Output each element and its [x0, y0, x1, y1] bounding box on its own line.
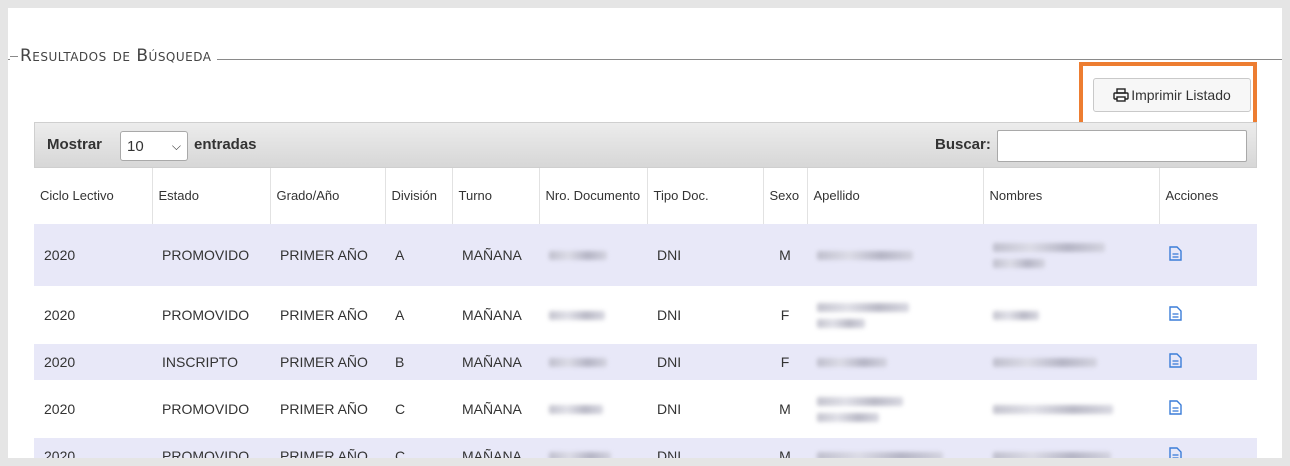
- cell-sexo: M: [779, 247, 791, 263]
- cell-apellido-redacted: [807, 224, 983, 286]
- cell-division: B: [395, 354, 405, 370]
- table-row: 2020 INSCRIPTO PRIMER AÑO B MAÑANA DNI F: [34, 344, 1257, 380]
- cell-tipo-doc: DNI: [657, 401, 682, 417]
- section-legend: Resultados de Búsqueda: [10, 46, 218, 66]
- cell-apellido-redacted: [807, 380, 983, 438]
- cell-estado: INSCRIPTO: [162, 354, 238, 370]
- search-input[interactable]: [997, 130, 1247, 162]
- cell-tipo-doc: DNI: [657, 354, 682, 370]
- cell-estado: PROMOVIDO: [162, 247, 250, 263]
- cell-apellido-redacted: [807, 286, 983, 344]
- cell-acciones: [1159, 344, 1257, 380]
- cell-division: A: [395, 247, 405, 263]
- cell-grado: PRIMER AÑO: [280, 448, 368, 458]
- view-document-icon[interactable]: [1169, 447, 1182, 458]
- cell-estado: PROMOVIDO: [162, 448, 250, 458]
- cell-acciones: [1159, 224, 1257, 286]
- chevron-down-icon: ⌵: [171, 138, 181, 153]
- cell-grado: PRIMER AÑO: [280, 247, 368, 263]
- cell-acciones: [1159, 380, 1257, 438]
- table-toolbar: Mostrar 10 ⌵ entradas Buscar:: [34, 122, 1257, 168]
- cell-nombres-redacted: [983, 380, 1159, 438]
- cell-grado: PRIMER AÑO: [280, 401, 368, 417]
- cell-apellido-redacted: [807, 438, 983, 458]
- view-document-icon[interactable]: [1169, 246, 1182, 261]
- cell-documento-redacted: [539, 224, 647, 286]
- cell-turno: MAÑANA: [462, 307, 522, 323]
- cell-apellido-redacted: [807, 344, 983, 380]
- cell-nombres-redacted: [983, 438, 1159, 458]
- search-label: Buscar:: [935, 136, 991, 153]
- header-division[interactable]: División: [385, 168, 453, 224]
- cell-estado: PROMOVIDO: [162, 401, 250, 417]
- cell-turno: MAÑANA: [462, 448, 522, 458]
- header-ciclo-lectivo[interactable]: Ciclo Lectivo: [34, 168, 153, 224]
- cell-grado: PRIMER AÑO: [280, 354, 368, 370]
- cell-ciclo: 2020: [44, 448, 76, 458]
- results-panel: Resultados de Búsqueda Imprimir Listado …: [8, 8, 1282, 458]
- cell-turno: MAÑANA: [462, 354, 522, 370]
- cell-nombres-redacted: [983, 286, 1159, 344]
- cell-sexo: F: [780, 307, 790, 323]
- cell-ciclo: 2020: [44, 354, 76, 370]
- table-row: 2020 PROMOVIDO PRIMER AÑO A MAÑANA DNI F: [34, 286, 1257, 344]
- length-entries-label: entradas: [194, 136, 257, 153]
- cell-division: A: [395, 307, 405, 323]
- cell-documento-redacted: [539, 380, 647, 438]
- print-list-button[interactable]: Imprimir Listado: [1093, 78, 1251, 112]
- cell-sexo: M: [779, 401, 791, 417]
- header-grado-ano[interactable]: Grado/Año: [270, 168, 386, 224]
- cell-documento-redacted: [539, 286, 647, 344]
- header-estado[interactable]: Estado: [152, 168, 271, 224]
- cell-ciclo: 2020: [44, 401, 76, 417]
- cell-documento-redacted: [539, 344, 647, 380]
- table-row: 2020 PROMOVIDO PRIMER AÑO A MAÑANA DNI M: [34, 224, 1257, 286]
- header-apellido[interactable]: Apellido: [807, 168, 984, 224]
- cell-ciclo: 2020: [44, 307, 76, 323]
- page-length-value: 10: [127, 137, 144, 155]
- cell-tipo-doc: DNI: [657, 307, 682, 323]
- view-document-icon[interactable]: [1169, 306, 1182, 321]
- table-header-row: Ciclo Lectivo Estado Grado/Año División …: [34, 168, 1257, 224]
- header-tipo-doc[interactable]: Tipo Doc.: [647, 168, 764, 224]
- cell-turno: MAÑANA: [462, 401, 522, 417]
- cell-ciclo: 2020: [44, 247, 76, 263]
- cell-tipo-doc: DNI: [657, 247, 682, 263]
- header-sexo[interactable]: Sexo: [763, 168, 808, 224]
- cell-nombres-redacted: [983, 224, 1159, 286]
- printer-icon: [1113, 88, 1129, 102]
- cell-sexo: M: [779, 448, 791, 458]
- cell-sexo: F: [780, 354, 790, 370]
- header-nro-documento[interactable]: Nro. Documento: [539, 168, 648, 224]
- cell-acciones: [1159, 438, 1257, 458]
- length-show-label: Mostrar: [47, 136, 103, 153]
- header-turno[interactable]: Turno: [452, 168, 540, 224]
- cell-turno: MAÑANA: [462, 247, 522, 263]
- cell-division: C: [395, 401, 406, 417]
- header-acciones: Acciones: [1159, 168, 1257, 224]
- cell-grado: PRIMER AÑO: [280, 307, 368, 323]
- view-document-icon[interactable]: [1169, 353, 1182, 368]
- cell-division: C: [395, 448, 406, 458]
- section-legend-text: Resultados de Búsqueda: [20, 46, 212, 66]
- table-row: 2020 PROMOVIDO PRIMER AÑO C MAÑANA DNI M: [34, 438, 1257, 458]
- print-list-label: Imprimir Listado: [1131, 87, 1231, 103]
- view-document-icon[interactable]: [1169, 400, 1182, 415]
- cell-estado: PROMOVIDO: [162, 307, 250, 323]
- table-row: 2020 PROMOVIDO PRIMER AÑO C MAÑANA DNI M: [34, 380, 1257, 438]
- cell-nombres-redacted: [983, 344, 1159, 380]
- cell-documento-redacted: [539, 438, 647, 458]
- header-nombres[interactable]: Nombres: [983, 168, 1160, 224]
- results-table: Ciclo Lectivo Estado Grado/Año División …: [34, 168, 1257, 458]
- page-length-select[interactable]: 10 ⌵: [120, 131, 188, 161]
- cell-acciones: [1159, 286, 1257, 344]
- cell-tipo-doc: DNI: [657, 448, 682, 458]
